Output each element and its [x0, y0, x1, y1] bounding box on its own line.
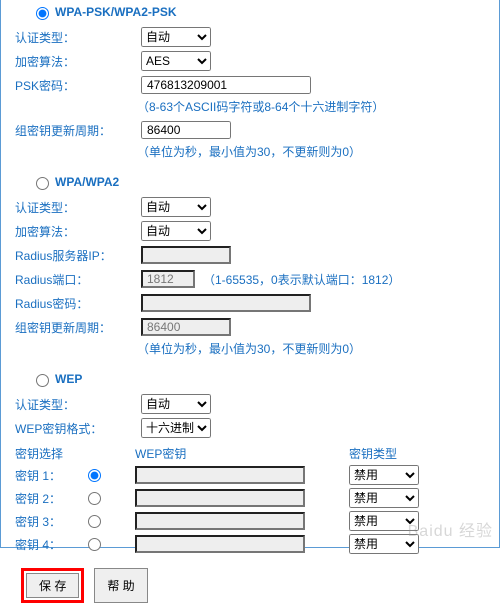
psk-password-input[interactable]: [141, 76, 311, 94]
wep-key-radio-2[interactable]: [88, 492, 101, 505]
enc-algo-select-2[interactable]: 自动: [141, 221, 211, 241]
group-key-label-1: 组密钥更新周期：: [15, 122, 123, 139]
group-key-input-2[interactable]: [141, 318, 231, 336]
wep-key-row: 密钥 3： 禁用: [15, 511, 485, 531]
wep-key-radio-3[interactable]: [88, 515, 101, 528]
wep-key-input-4[interactable]: [135, 535, 305, 553]
wep-key-type-1[interactable]: 禁用: [349, 465, 419, 485]
wep-key-type-3[interactable]: 禁用: [349, 511, 419, 531]
title-wpa: WPA/WPA2: [55, 175, 119, 189]
wep-key-radio-4[interactable]: [88, 538, 101, 551]
psk-hint: （8-63个ASCII码字符或8-64个十六进制字符）: [15, 98, 485, 115]
group-key-label-2: 组密钥更新周期：: [15, 319, 123, 336]
wep-key-type-4[interactable]: 禁用: [349, 534, 419, 554]
wep-header-type: 密钥类型: [349, 445, 397, 462]
radius-ip-label: Radius服务器IP：: [15, 247, 123, 264]
wep-key-type-2[interactable]: 禁用: [349, 488, 419, 508]
radio-wep[interactable]: [36, 374, 49, 387]
wep-key-label: 密钥 4：: [15, 536, 83, 553]
wep-key-label: 密钥 2：: [15, 490, 83, 507]
auth-type-label-3: 认证类型：: [15, 396, 123, 413]
wep-header-key: WEP密钥: [135, 445, 349, 462]
group-key-hint-2: （单位为秒，最小值为30，不更新则为0）: [15, 340, 485, 357]
wep-key-row: 密钥 4： 禁用: [15, 534, 485, 554]
radius-pw-label: Radius密码：: [15, 295, 123, 312]
psk-password-label: PSK密码：: [15, 77, 123, 94]
title-wep: WEP: [55, 372, 82, 386]
section-wpa-psk: WPA-PSK/WPA2-PSK 认证类型： 自动 加密算法： AES PSK密…: [15, 4, 485, 160]
radius-pw-input[interactable]: [141, 294, 311, 312]
wep-key-label: 密钥 3：: [15, 513, 83, 530]
wep-key-input-1[interactable]: [135, 466, 305, 484]
section-wpa: WPA/WPA2 认证类型： 自动 加密算法： 自动 Radius服务器IP： …: [15, 174, 485, 357]
radio-wpa-psk[interactable]: [36, 7, 49, 20]
wep-format-select[interactable]: 十六进制: [141, 418, 211, 438]
group-key-input-1[interactable]: [141, 121, 231, 139]
auth-type-select-2[interactable]: 自动: [141, 197, 211, 217]
wep-key-row: 密钥 1： 禁用: [15, 465, 485, 485]
group-key-hint-1: （单位为秒，最小值为30，不更新则为0）: [15, 143, 485, 160]
save-button[interactable]: 保 存: [26, 573, 79, 598]
radius-ip-input[interactable]: [141, 246, 231, 264]
section-wep: WEP 认证类型： 自动 WEP密钥格式： 十六进制 密钥选择 WEP密钥 密钥…: [15, 371, 485, 554]
radius-port-input[interactable]: [141, 270, 195, 288]
wep-key-input-2[interactable]: [135, 489, 305, 507]
auth-type-label-2: 认证类型：: [15, 199, 123, 216]
wep-key-radio-1[interactable]: [88, 469, 101, 482]
auth-type-select-3[interactable]: 自动: [141, 394, 211, 414]
wep-key-label: 密钥 1：: [15, 467, 83, 484]
title-wpa-psk: WPA-PSK/WPA2-PSK: [55, 5, 177, 19]
help-button[interactable]: 帮 助: [94, 568, 147, 603]
button-bar: 保 存 帮 助: [15, 568, 485, 603]
auth-type-label: 认证类型：: [15, 29, 123, 46]
radius-port-label: Radius端口：: [15, 271, 123, 288]
wep-format-label: WEP密钥格式：: [15, 420, 123, 437]
save-highlight-box: 保 存: [21, 568, 84, 603]
enc-algo-select[interactable]: AES: [141, 51, 211, 71]
radio-wpa[interactable]: [36, 177, 49, 190]
wep-key-row: 密钥 2： 禁用: [15, 488, 485, 508]
enc-algo-label-2: 加密算法：: [15, 223, 123, 240]
wep-header-select: 密钥选择: [15, 445, 135, 462]
wep-key-input-3[interactable]: [135, 512, 305, 530]
enc-algo-label: 加密算法：: [15, 53, 123, 70]
auth-type-select[interactable]: 自动: [141, 27, 211, 47]
radius-port-hint: （1-65535，0表示默认端口：1812）: [203, 271, 400, 288]
